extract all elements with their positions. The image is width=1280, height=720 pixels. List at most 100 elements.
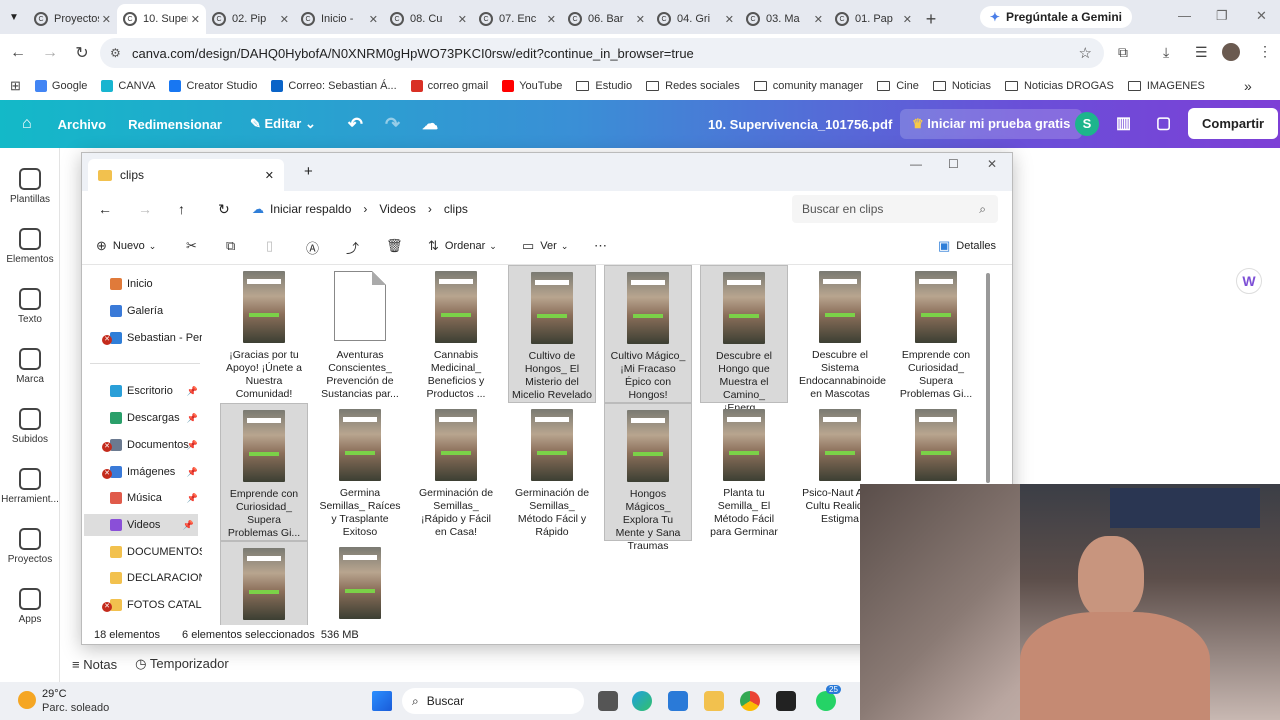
nav-item[interactable]: Galería	[110, 300, 202, 322]
file-item[interactable]	[220, 541, 308, 625]
share-button[interactable]: Compartir	[1188, 108, 1279, 139]
undo-icon[interactable]: ↶	[348, 114, 363, 135]
back-icon[interactable]: ←	[98, 201, 112, 217]
browser-tab[interactable]: C 04. Gri ✕	[651, 4, 740, 34]
search-input[interactable]: Buscar en clips ⌕	[792, 195, 998, 223]
bookmark-item[interactable]: Estudio	[576, 80, 632, 92]
bookmark-item[interactable]: Noticias DROGAS	[1004, 80, 1114, 92]
sidebar-item-brand[interactable]: Marca	[0, 348, 60, 385]
forward-button[interactable]: →	[36, 39, 64, 67]
back-button[interactable]: ←	[4, 39, 32, 67]
cut-icon[interactable]: ✂	[186, 238, 197, 254]
home-icon[interactable]: ⌂	[22, 115, 32, 133]
file-item[interactable]: Emprende con Curiosidad_ Supera Problema…	[220, 403, 308, 541]
gemini-button[interactable]: ✦ Pregúntale a Gemini	[979, 6, 1132, 28]
file-item[interactable]: Planta tu Semilla_ El Método Fácil para …	[700, 403, 788, 541]
task-view-icon[interactable]	[598, 691, 618, 711]
cloud-sync-icon[interactable]: ☁	[422, 114, 438, 134]
menu-redimensionar[interactable]: Redimensionar	[128, 117, 222, 132]
breadcrumb-item[interactable]: clips	[444, 202, 468, 216]
browser-tab[interactable]: C 10. Supervivencia✕	[117, 4, 206, 34]
breadcrumb-item[interactable]: Iniciar respaldo	[270, 202, 351, 216]
file-explorer-icon[interactable]	[704, 691, 724, 711]
browser-tab[interactable]: C 08. Cu ✕	[384, 4, 473, 34]
close-icon[interactable]: ✕	[636, 13, 645, 26]
nav-item[interactable]: Sebastian - Personal	[110, 327, 202, 349]
new-tab-icon[interactable]: +	[304, 163, 313, 180]
close-icon[interactable]: ✕	[369, 13, 378, 26]
nav-item[interactable]: DOCUMENTOS SEBASTIAN	[110, 541, 202, 563]
maximize-icon[interactable]: ☐	[948, 157, 959, 171]
nav-item[interactable]: Descargas 📌	[110, 407, 202, 429]
file-item[interactable]: Germinación de Semillas_ Método Fácil y …	[508, 403, 596, 541]
refresh-icon[interactable]: ↻	[218, 201, 230, 218]
nav-item[interactable]: Inicio	[110, 273, 202, 295]
temperature[interactable]: 29°C	[42, 688, 67, 700]
bookmark-item[interactable]: Redes sociales	[646, 80, 740, 92]
file-item[interactable]: Emprende con Curiosidad_ Supera Problema…	[892, 265, 980, 403]
menu-icon[interactable]: ⋮	[1258, 43, 1272, 60]
up-icon[interactable]: ↑	[178, 201, 185, 217]
browser-tab[interactable]: C Inicio - ✕	[295, 4, 384, 34]
close-icon[interactable]: ✕	[903, 13, 912, 26]
file-item[interactable]: Descubre el Hongo que Muestra el Camino_…	[700, 265, 788, 414]
download-icon[interactable]: ⤓	[1163, 44, 1169, 61]
close-icon[interactable]: ✕	[987, 157, 997, 171]
nav-item[interactable]: Documentos 📌	[110, 434, 202, 456]
timer-button[interactable]: ◷ Temporizador	[135, 656, 229, 672]
capcut-icon[interactable]	[776, 691, 796, 711]
file-item[interactable]: Hongos Mágicos_ Explora Tu Mente y Sana …	[604, 403, 692, 552]
redo-icon[interactable]: ↷	[385, 114, 400, 135]
comment-icon[interactable]: ▢	[1156, 113, 1171, 133]
close-icon[interactable]: ✕	[1256, 8, 1267, 24]
details-button[interactable]: ▣ Detalles	[938, 238, 996, 254]
close-icon[interactable]: ✕	[265, 169, 274, 182]
sidebar-item-elements[interactable]: Elementos	[0, 228, 60, 265]
browser-tab[interactable]: C 02. Pip ✕	[206, 4, 295, 34]
bookmark-item[interactable]: comunity manager	[753, 80, 863, 92]
close-icon[interactable]: ✕	[191, 13, 200, 26]
user-avatar[interactable]: S	[1075, 112, 1099, 136]
sidebar-item-apps[interactable]: Apps	[0, 588, 60, 625]
helper-bubble[interactable]: W	[1236, 268, 1262, 294]
bookmark-item[interactable]: Noticias	[932, 80, 991, 92]
menu-editar[interactable]: ✎ Editar ⌄	[250, 116, 316, 132]
bookmark-item[interactable]: YouTube	[502, 80, 562, 92]
close-icon[interactable]: ✕	[725, 13, 734, 26]
file-item[interactable]: Cultivo Mágico_ ¡Mi Fracaso Épico con Ho…	[604, 265, 692, 403]
file-item[interactable]: ¡Gracias por tu Apoyo! ¡Únete a Nuestra …	[220, 265, 308, 403]
edge-icon[interactable]	[632, 691, 652, 711]
nav-item[interactable]: Imágenes 📌	[110, 461, 202, 483]
chrome-icon[interactable]	[740, 691, 760, 711]
file-item[interactable]: Germina Semillas_ Raíces y Trasplante Ex…	[316, 403, 404, 541]
bookmark-item[interactable]: Correo: Sebastian Á...	[271, 80, 397, 92]
close-icon[interactable]: ✕	[458, 13, 467, 26]
close-icon[interactable]: ✕	[547, 13, 556, 26]
forward-icon[interactable]: →	[138, 201, 152, 217]
nav-item[interactable]: Escritorio 📌	[110, 380, 202, 402]
view-button[interactable]: ▭ Ver ⌄	[522, 238, 568, 254]
nav-item[interactable]: FOTOS CATALOGO	[110, 594, 202, 616]
nav-item[interactable]: DECLARACION DE RENTA	[110, 567, 202, 589]
sort-button[interactable]: ⇅ Ordenar ⌄	[428, 238, 497, 254]
file-item[interactable]: Descubre el Sistema Endocannabinoide en …	[796, 265, 886, 403]
file-item[interactable]	[316, 541, 404, 625]
reload-button[interactable]: ↻	[68, 39, 96, 67]
apps-grid-icon[interactable]: ⊞	[10, 78, 21, 94]
url-field[interactable]: ⚙ canva.com/design/DAHQ0HybofA/N0XNRM0gH…	[100, 38, 1104, 68]
explorer-tab[interactable]: clips ✕	[88, 159, 284, 191]
browser-tab[interactable]: C 01. Pap ✕	[829, 4, 918, 34]
file-item[interactable]: Germinación de Semillas_ ¡Rápido y Fácil…	[412, 403, 500, 541]
new-button[interactable]: ⊕ Nuevo ⌄	[96, 238, 156, 254]
more-icon[interactable]: ⋯	[594, 238, 607, 254]
bookmark-star-icon[interactable]: ☆	[1079, 44, 1092, 62]
bookmark-item[interactable]: Creator Studio	[169, 80, 257, 92]
whatsapp-icon[interactable]	[816, 691, 836, 711]
sidebar-item-templates[interactable]: Plantillas	[0, 168, 60, 205]
browser-tab[interactable]: C 03. Ma ✕	[740, 4, 829, 34]
sidebar-item-projects[interactable]: Proyectos	[0, 528, 60, 565]
close-icon[interactable]: ✕	[280, 13, 289, 26]
minimize-icon[interactable]: —	[1178, 8, 1191, 23]
browser-tab[interactable]: C 06. Bar ✕	[562, 4, 651, 34]
minimize-icon[interactable]: —	[910, 157, 922, 171]
